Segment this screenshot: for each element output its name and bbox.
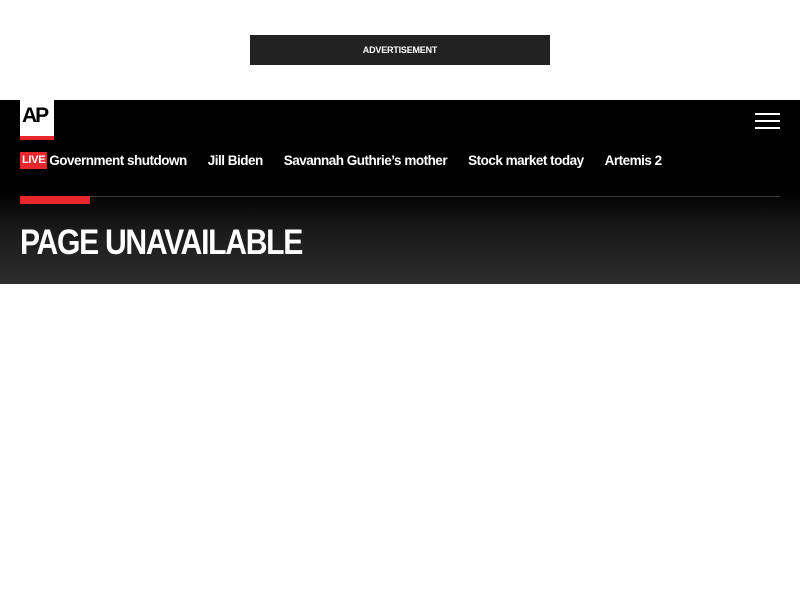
advertisement-banner[interactable]: ADVERTISEMENT (250, 35, 550, 65)
page-title: PAGE UNAVAILABLE (20, 223, 303, 262)
nav-link-jill-biden[interactable]: Jill Biden (208, 153, 264, 168)
ap-logo-accent-bar (20, 136, 54, 140)
ap-logo-text: AP (22, 104, 49, 127)
main-content (0, 284, 800, 600)
advertisement-area: ADVERTISEMENT (0, 0, 800, 100)
nav-link-artemis-2[interactable]: Artemis 2 (605, 153, 663, 168)
nav-link-stock-market-today[interactable]: Stock market today (468, 153, 584, 168)
title-accent-bar (20, 196, 90, 204)
header-divider (20, 196, 780, 197)
nav-link-government-shutdown[interactable]: Government shutdown (49, 153, 187, 168)
live-badge[interactable]: LIVE (20, 151, 48, 169)
trending-nav: LIVE Government shutdown Jill Biden Sava… (20, 150, 683, 170)
ap-logo[interactable]: AP (20, 100, 54, 140)
hamburger-menu-icon[interactable] (755, 112, 781, 130)
advertisement-label: ADVERTISEMENT (362, 45, 438, 55)
nav-link-savannah-guthries-mother[interactable]: Savannah Guthrie’s mother (284, 153, 448, 168)
